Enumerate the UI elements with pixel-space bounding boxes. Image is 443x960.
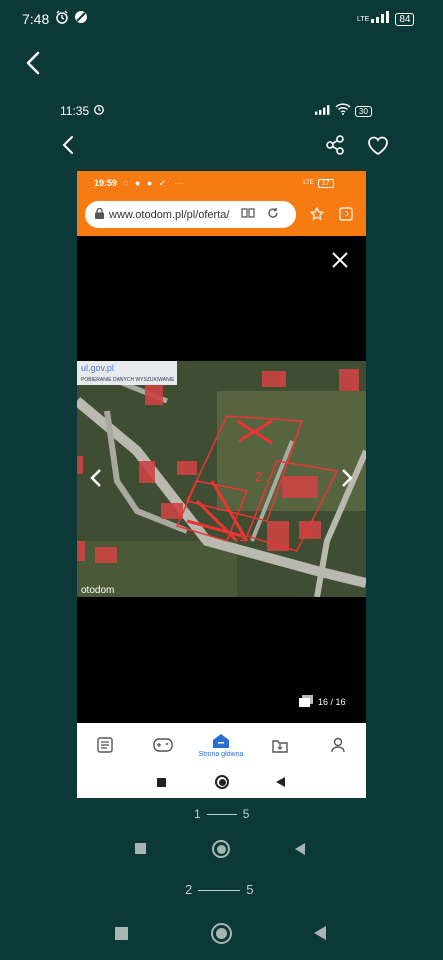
phone-status-dots: ··· bbox=[174, 178, 184, 188]
back-button-nav-1[interactable] bbox=[295, 843, 305, 855]
phone-status-time: 19:59 bbox=[94, 178, 118, 188]
favorite-heart-icon[interactable] bbox=[366, 134, 390, 156]
map-watermark: otodom bbox=[81, 585, 114, 596]
signal-icon bbox=[371, 10, 391, 28]
pagination-indicator-1: 15 bbox=[194, 807, 249, 821]
plot-label-2: 2 bbox=[255, 469, 262, 484]
phone-network: LTE bbox=[303, 180, 314, 186]
phone-status-bar: 19:59 ◌ ● ● ✓ ··· LTE 17 bbox=[77, 171, 366, 195]
map-toolbar-text: POBIERANIE DANYCH WYSZUKIWANIE bbox=[81, 377, 175, 383]
phone-notification-icons: ◌ ● ● ✓ bbox=[123, 177, 169, 188]
inner-alarm-icon bbox=[93, 102, 105, 120]
map-site-text: ul.gov.pl bbox=[81, 363, 114, 373]
share-icon[interactable] bbox=[324, 134, 346, 156]
nav-home-label: Strona główna bbox=[198, 750, 244, 758]
reader-icon[interactable] bbox=[241, 207, 256, 222]
phone-screenshot: 19:59 ◌ ● ● ✓ ··· LTE 17 www.otodom.pl/p… bbox=[77, 171, 366, 798]
map-image: ul.gov.pl POBIERANIE DANYCH WYSZUKIWANIE… bbox=[77, 361, 366, 597]
inner-battery: 30 bbox=[355, 105, 372, 117]
plot-label-1: 1 bbox=[239, 529, 246, 544]
lock-icon bbox=[95, 207, 104, 222]
nav-downloads[interactable] bbox=[252, 723, 308, 767]
gallery-prev-icon[interactable] bbox=[89, 467, 103, 494]
inner-signal-icon bbox=[315, 102, 331, 120]
gallery-next-icon[interactable] bbox=[340, 467, 354, 494]
phone-home-button[interactable] bbox=[215, 775, 229, 789]
nav-news[interactable] bbox=[77, 723, 133, 767]
browser-bar: www.otodom.pl/pl/oferta/ bbox=[77, 195, 366, 236]
gallery-close-icon[interactable] bbox=[331, 251, 349, 274]
phone-system-nav bbox=[77, 767, 366, 798]
recents-button-2[interactable] bbox=[115, 927, 128, 940]
phone-battery: 17 bbox=[317, 178, 334, 188]
inner-back-button[interactable] bbox=[58, 133, 80, 157]
recents-button-1[interactable] bbox=[135, 843, 146, 854]
back-button[interactable] bbox=[20, 48, 48, 78]
pagination-2-to: 5 bbox=[246, 882, 254, 897]
phone-recents-button[interactable] bbox=[157, 778, 166, 787]
gallery-counter: 16 / 16 bbox=[299, 695, 346, 709]
pagination-1-to: 5 bbox=[242, 807, 250, 821]
outer-status-time: 7:48 bbox=[22, 11, 50, 27]
tabs-icon[interactable] bbox=[339, 207, 353, 226]
nav-games[interactable] bbox=[135, 723, 191, 767]
inner-status-time: 11:35 bbox=[60, 104, 90, 118]
nav-profile[interactable] bbox=[310, 723, 366, 767]
url-field[interactable]: www.otodom.pl/pl/oferta/ bbox=[85, 201, 296, 228]
bookmark-star-icon[interactable] bbox=[309, 206, 325, 226]
back-button-nav-2[interactable] bbox=[314, 926, 326, 940]
reload-icon[interactable] bbox=[267, 207, 279, 222]
pagination-2-from: 2 bbox=[185, 882, 193, 897]
wifi-icon bbox=[335, 102, 351, 120]
home-button-2[interactable] bbox=[211, 923, 232, 944]
gallery-counter-text: 16 / 16 bbox=[318, 697, 346, 707]
pagination-1-from: 1 bbox=[194, 807, 201, 821]
gallery-images-icon bbox=[299, 695, 313, 709]
phone-back-button[interactable] bbox=[276, 777, 285, 787]
alarm-icon bbox=[55, 10, 69, 29]
pagination-indicator-2: 25 bbox=[185, 882, 253, 897]
outer-battery: 84 bbox=[395, 12, 415, 26]
outer-network-label: LTE bbox=[357, 15, 370, 23]
nav-home[interactable]: Strona główna bbox=[193, 723, 249, 767]
dnd-icon bbox=[74, 10, 88, 29]
phone-bottom-nav: Strona główna bbox=[77, 723, 366, 767]
home-button-1[interactable] bbox=[212, 840, 230, 858]
url-text: www.otodom.pl/pl/oferta/ bbox=[109, 208, 230, 221]
